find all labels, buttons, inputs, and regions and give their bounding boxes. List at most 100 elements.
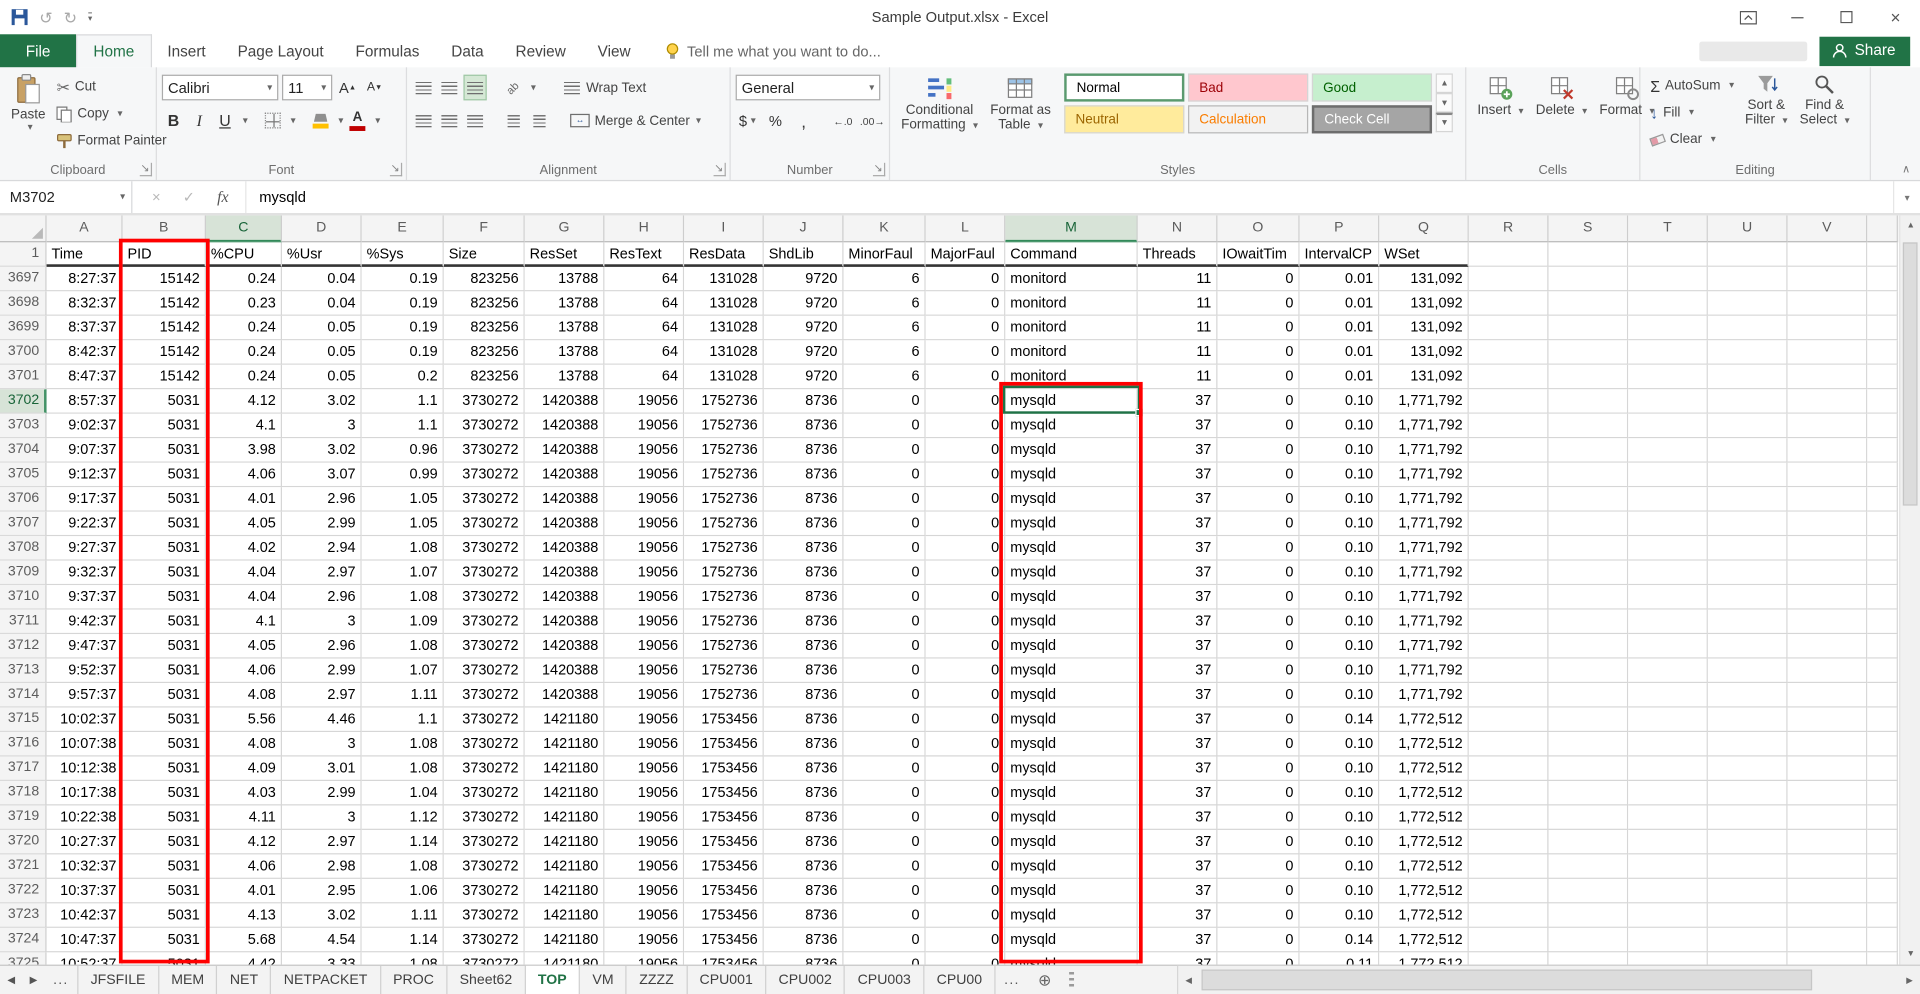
cell-U3711[interactable] bbox=[1708, 610, 1788, 634]
cell-N3707[interactable]: 37 bbox=[1138, 512, 1218, 536]
cell-N3700[interactable]: 11 bbox=[1138, 340, 1218, 364]
gallery-up-icon[interactable]: ▲ bbox=[1436, 73, 1453, 93]
cell-O3711[interactable]: 0 bbox=[1217, 610, 1299, 634]
cell-J3713[interactable]: 8736 bbox=[764, 659, 844, 683]
row-header-3701[interactable]: 3701 bbox=[0, 365, 47, 389]
cell-F3722[interactable]: 3730272 bbox=[444, 879, 525, 903]
cell-I3706[interactable]: 1752736 bbox=[684, 487, 764, 511]
bottom-align-icon[interactable] bbox=[463, 75, 486, 101]
cell-N3721[interactable]: 37 bbox=[1138, 854, 1218, 878]
cell-U3699[interactable] bbox=[1708, 316, 1788, 340]
cell-J3707[interactable]: 8736 bbox=[764, 512, 844, 536]
cell-U1[interactable] bbox=[1708, 242, 1788, 266]
cell-P3702[interactable]: 0.10 bbox=[1300, 389, 1380, 413]
cell-V3703[interactable] bbox=[1788, 414, 1868, 438]
cell-G1[interactable]: ResSet bbox=[525, 242, 605, 266]
cell-A3713[interactable]: 9:52:37 bbox=[47, 659, 123, 683]
cell-V3714[interactable] bbox=[1788, 683, 1868, 707]
cell-G3703[interactable]: 1420388 bbox=[525, 414, 605, 438]
cell-A3697[interactable]: 8:27:37 bbox=[47, 267, 123, 291]
cell-E3713[interactable]: 1.07 bbox=[362, 659, 444, 683]
cell-E3698[interactable]: 0.19 bbox=[362, 291, 444, 315]
cell-N3724[interactable]: 37 bbox=[1138, 928, 1218, 952]
align-center-icon[interactable] bbox=[438, 108, 461, 134]
vertical-scrollbar[interactable]: ▲ ▼ bbox=[1899, 215, 1920, 964]
cell-R3718[interactable] bbox=[1469, 781, 1549, 805]
cell-D3697[interactable]: 0.04 bbox=[282, 267, 362, 291]
column-header-E[interactable]: E bbox=[362, 215, 444, 242]
column-header-J[interactable]: J bbox=[764, 215, 844, 242]
decrease-indent-icon[interactable] bbox=[501, 108, 524, 134]
cell-G3710[interactable]: 1420388 bbox=[525, 585, 605, 609]
cell-L3700[interactable]: 0 bbox=[926, 340, 1006, 364]
cell-L3709[interactable]: 0 bbox=[926, 561, 1006, 585]
column-header-S[interactable]: S bbox=[1549, 215, 1629, 242]
cell-H3704[interactable]: 19056 bbox=[604, 438, 684, 462]
cell-I3703[interactable]: 1752736 bbox=[684, 414, 764, 438]
cell-A3723[interactable]: 10:42:37 bbox=[47, 903, 123, 927]
cell-J3721[interactable]: 8736 bbox=[764, 854, 844, 878]
row-header-3714[interactable]: 3714 bbox=[0, 683, 47, 707]
cell-H3711[interactable]: 19056 bbox=[604, 610, 684, 634]
cell-I3722[interactable]: 1753456 bbox=[684, 879, 764, 903]
cell-L3714[interactable]: 0 bbox=[926, 683, 1006, 707]
cell-A3704[interactable]: 9:07:37 bbox=[47, 438, 123, 462]
cell-L3713[interactable]: 0 bbox=[926, 659, 1006, 683]
column-header-I[interactable]: I bbox=[684, 215, 764, 242]
cell-T3721[interactable] bbox=[1628, 854, 1708, 878]
cell-M3700[interactable]: monitord bbox=[1005, 340, 1137, 364]
cell-K1[interactable]: MinorFaul bbox=[844, 242, 926, 266]
cell-F3711[interactable]: 3730272 bbox=[444, 610, 525, 634]
cell-O3722[interactable]: 0 bbox=[1217, 879, 1299, 903]
cell-N3713[interactable]: 37 bbox=[1138, 659, 1218, 683]
cell-Q3720[interactable]: 1,772,512 bbox=[1379, 830, 1469, 854]
cell-H3712[interactable]: 19056 bbox=[604, 634, 684, 658]
cell-Q3697[interactable]: 131,092 bbox=[1379, 267, 1469, 291]
cell-U3722[interactable] bbox=[1708, 879, 1788, 903]
cell-J3719[interactable]: 8736 bbox=[764, 805, 844, 829]
cell-L3706[interactable]: 0 bbox=[926, 487, 1006, 511]
cell-H3698[interactable]: 64 bbox=[604, 291, 684, 315]
sheet-tab-cpu002[interactable]: CPU002 bbox=[766, 966, 845, 994]
cell-V3698[interactable] bbox=[1788, 291, 1868, 315]
sheet-overflow-left[interactable]: ... bbox=[45, 966, 78, 994]
cell-V3700[interactable] bbox=[1788, 340, 1868, 364]
cell-S3725[interactable] bbox=[1549, 952, 1629, 964]
cell-N3709[interactable]: 37 bbox=[1138, 561, 1218, 585]
cell-N3704[interactable]: 37 bbox=[1138, 438, 1218, 462]
accounting-format-icon[interactable]: $▾ bbox=[736, 108, 759, 134]
cell-F3706[interactable]: 3730272 bbox=[444, 487, 525, 511]
cell-N3703[interactable]: 37 bbox=[1138, 414, 1218, 438]
cell-N3702[interactable]: 37 bbox=[1138, 389, 1218, 413]
cell-N3720[interactable]: 37 bbox=[1138, 830, 1218, 854]
cell-S3708[interactable] bbox=[1549, 536, 1629, 560]
column-header-F[interactable]: F bbox=[444, 215, 525, 242]
cell-J3718[interactable]: 8736 bbox=[764, 781, 844, 805]
cell-I3701[interactable]: 131028 bbox=[684, 365, 764, 389]
cell-R3711[interactable] bbox=[1469, 610, 1549, 634]
cell-V3713[interactable] bbox=[1788, 659, 1868, 683]
cell-R3703[interactable] bbox=[1469, 414, 1549, 438]
top-align-icon[interactable] bbox=[412, 75, 435, 101]
cell-M3699[interactable]: monitord bbox=[1005, 316, 1137, 340]
cell-F3705[interactable]: 3730272 bbox=[444, 463, 525, 487]
cell-C3723[interactable]: 4.13 bbox=[206, 903, 282, 927]
cell-O3704[interactable]: 0 bbox=[1217, 438, 1299, 462]
cell-F3720[interactable]: 3730272 bbox=[444, 830, 525, 854]
cell-T3712[interactable] bbox=[1628, 634, 1708, 658]
borders-icon[interactable] bbox=[261, 108, 284, 134]
cell-P3724[interactable]: 0.14 bbox=[1300, 928, 1380, 952]
tab-scrollbar-splitter[interactable] bbox=[1069, 972, 1074, 988]
cell-R3722[interactable] bbox=[1469, 879, 1549, 903]
cell-T3699[interactable] bbox=[1628, 316, 1708, 340]
cell-H3705[interactable]: 19056 bbox=[604, 463, 684, 487]
cell-Q3706[interactable]: 1,771,792 bbox=[1379, 487, 1469, 511]
cell-U3710[interactable] bbox=[1708, 585, 1788, 609]
cell-A3708[interactable]: 9:27:37 bbox=[47, 536, 123, 560]
align-right-icon[interactable] bbox=[463, 108, 486, 134]
cell-G3725[interactable]: 1421180 bbox=[525, 952, 605, 964]
file-tab[interactable]: File bbox=[0, 34, 76, 67]
cell-V3702[interactable] bbox=[1788, 389, 1868, 413]
cell-F3718[interactable]: 3730272 bbox=[444, 781, 525, 805]
cell-Q3702[interactable]: 1,771,792 bbox=[1379, 389, 1469, 413]
